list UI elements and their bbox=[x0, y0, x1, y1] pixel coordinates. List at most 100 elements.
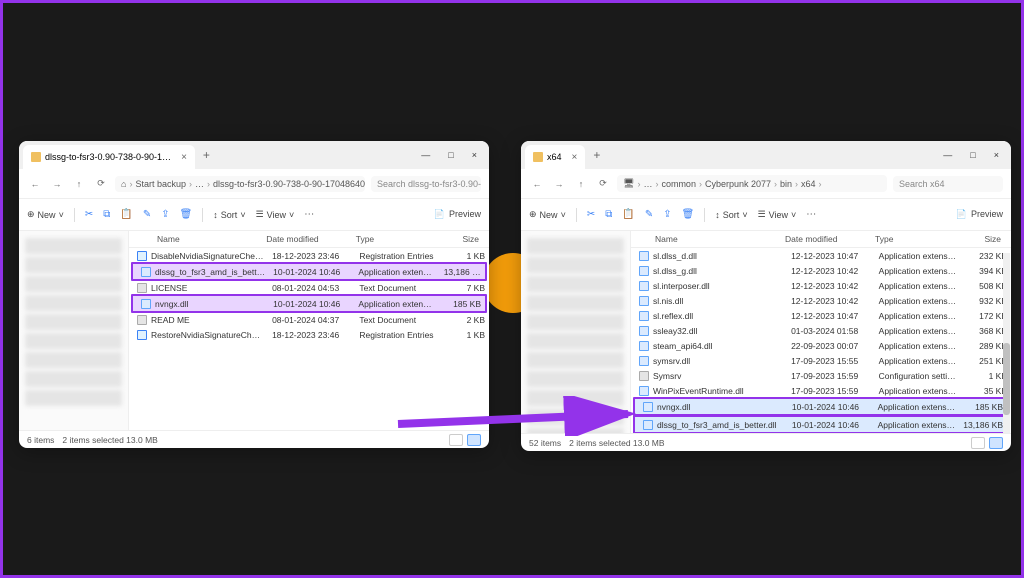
col-size[interactable]: Size bbox=[961, 234, 1011, 244]
file-row[interactable]: nvngx.dll 10-01-2024 10:46 Application e… bbox=[131, 294, 487, 313]
column-headers[interactable]: Name Date modified Type Size bbox=[129, 231, 489, 248]
cut-icon[interactable]: ✂ bbox=[587, 209, 595, 220]
tab-close-icon[interactable]: × bbox=[572, 152, 578, 163]
share-icon[interactable]: ⇪ bbox=[663, 209, 671, 220]
file-row[interactable]: steam_api64.dll 22-09-2023 00:07 Applica… bbox=[631, 338, 1011, 353]
scrollbar[interactable] bbox=[1003, 253, 1010, 433]
back-button[interactable]: ← bbox=[27, 179, 43, 189]
file-row[interactable]: sl.dlss_d.dll 12-12-2023 10:47 Applicati… bbox=[631, 248, 1011, 263]
rename-icon[interactable]: ✎ bbox=[143, 209, 151, 220]
file-row[interactable]: nvngx.dll 10-01-2024 10:46 Application e… bbox=[633, 397, 1009, 416]
preview-button[interactable]: 📄 Preview bbox=[956, 209, 1003, 220]
refresh-button[interactable]: ⟳ bbox=[93, 178, 109, 189]
file-row[interactable]: dlssg_to_fsr3_amd_is_better.dll 10-01-20… bbox=[131, 262, 487, 281]
file-row[interactable]: sl.interposer.dll 12-12-2023 10:42 Appli… bbox=[631, 278, 1011, 293]
file-row[interactable]: sl.dlss_g.dll 12-12-2023 10:42 Applicati… bbox=[631, 263, 1011, 278]
up-button[interactable]: ↑ bbox=[71, 179, 87, 189]
close-button[interactable]: × bbox=[472, 150, 477, 160]
file-size: 1 KB bbox=[443, 330, 489, 340]
new-tab-button[interactable]: + bbox=[593, 148, 600, 162]
cut-icon[interactable]: ✂ bbox=[85, 209, 93, 220]
rename-icon[interactable]: ✎ bbox=[645, 209, 653, 220]
col-date[interactable]: Date modified bbox=[262, 234, 352, 244]
refresh-button[interactable]: ⟳ bbox=[595, 178, 611, 189]
tab-close-icon[interactable]: × bbox=[181, 152, 187, 163]
file-row[interactable]: symsrv.dll 17-09-2023 15:55 Application … bbox=[631, 353, 1011, 368]
file-type: Configuration setti… bbox=[875, 371, 963, 381]
file-list[interactable]: Name Date modified Type Size DisableNvid… bbox=[129, 231, 489, 430]
back-button[interactable]: ← bbox=[529, 179, 545, 189]
new-button[interactable]: ⊕ New ˅ bbox=[27, 209, 64, 220]
more-icon[interactable]: ⋯ bbox=[806, 209, 816, 220]
col-date[interactable]: Date modified bbox=[781, 234, 871, 244]
search-input[interactable]: Search dlssg-to-fsr3-0.90-73… bbox=[371, 176, 481, 192]
file-row[interactable]: sl.reflex.dll 12-12-2023 10:47 Applicati… bbox=[631, 308, 1011, 323]
sort-button[interactable]: ↕ Sort ˅ bbox=[213, 210, 245, 220]
titlebar[interactable]: x64 × + — □ × bbox=[521, 141, 1011, 169]
pc-icon[interactable]: 🖥 bbox=[623, 178, 634, 189]
new-button[interactable]: ⊕ New ˅ bbox=[529, 209, 566, 220]
copy-icon[interactable]: ⧉ bbox=[605, 209, 612, 220]
file-size: 13,186 KB bbox=[959, 420, 1007, 430]
file-row[interactable]: WinPixEventRuntime.dll 17-09-2023 15:59 … bbox=[631, 383, 1011, 398]
minimize-button[interactable]: — bbox=[421, 150, 430, 160]
view-list-icon[interactable] bbox=[971, 437, 985, 449]
column-headers[interactable]: Name Date modified Type Size bbox=[631, 231, 1011, 248]
file-date: 12-12-2023 10:42 bbox=[787, 266, 875, 276]
home-icon[interactable]: ⌂ bbox=[121, 179, 126, 189]
file-icon bbox=[137, 315, 147, 325]
explorer-window-left: dlssg-to-fsr3-0.90-738-0-90-1… × + — □ ×… bbox=[19, 141, 489, 448]
new-tab-button[interactable]: + bbox=[203, 148, 210, 162]
search-input[interactable]: Search x64 bbox=[893, 176, 1003, 192]
view-list-icon[interactable] bbox=[449, 434, 463, 446]
forward-button[interactable]: → bbox=[551, 179, 567, 189]
tab-title: dlssg-to-fsr3-0.90-738-0-90-1… bbox=[45, 152, 171, 162]
delete-icon[interactable]: 🗑 bbox=[180, 209, 193, 220]
col-type[interactable]: Type bbox=[871, 234, 961, 244]
breadcrumb[interactable]: 🖥› …› common› Cyberpunk 2077› bin› x64› bbox=[617, 175, 887, 192]
paste-icon[interactable]: 📋 bbox=[120, 209, 132, 220]
preview-button[interactable]: 📄 Preview bbox=[434, 209, 481, 220]
status-bar: 6 items 2 items selected 13.0 MB bbox=[19, 430, 489, 448]
titlebar[interactable]: dlssg-to-fsr3-0.90-738-0-90-1… × + — □ × bbox=[19, 141, 489, 169]
file-row[interactable]: READ ME 08-01-2024 04:37 Text Document 2… bbox=[129, 312, 489, 327]
view-button[interactable]: ☰ View ˅ bbox=[256, 209, 295, 220]
content-area: Name Date modified Type Size DisableNvid… bbox=[19, 231, 489, 430]
view-button[interactable]: ☰ View ˅ bbox=[758, 209, 797, 220]
col-name[interactable]: Name bbox=[631, 234, 781, 244]
file-icon bbox=[643, 402, 653, 412]
col-size[interactable]: Size bbox=[441, 234, 489, 244]
file-name: steam_api64.dll bbox=[653, 341, 787, 351]
close-button[interactable]: × bbox=[994, 150, 999, 160]
sort-button[interactable]: ↕ Sort ˅ bbox=[715, 210, 747, 220]
col-type[interactable]: Type bbox=[352, 234, 442, 244]
tab-active[interactable]: x64 × bbox=[525, 145, 585, 169]
maximize-button[interactable]: □ bbox=[970, 150, 975, 160]
sidebar[interactable] bbox=[19, 231, 129, 430]
view-details-icon[interactable] bbox=[989, 437, 1003, 449]
more-icon[interactable]: ⋯ bbox=[304, 209, 314, 220]
maximize-button[interactable]: □ bbox=[448, 150, 453, 160]
paste-icon[interactable]: 📋 bbox=[622, 209, 634, 220]
file-row[interactable]: LICENSE 08-01-2024 04:53 Text Document 7… bbox=[129, 280, 489, 295]
view-details-icon[interactable] bbox=[467, 434, 481, 446]
tab-active[interactable]: dlssg-to-fsr3-0.90-738-0-90-1… × bbox=[23, 145, 195, 169]
file-row[interactable]: RestoreNvidiaSignatureChecks 18-12-2023 … bbox=[129, 327, 489, 342]
copy-icon[interactable]: ⧉ bbox=[103, 209, 110, 220]
file-list[interactable]: Name Date modified Type Size sl.dlss_d.d… bbox=[631, 231, 1011, 433]
breadcrumb[interactable]: ⌂› Start backup› …› dlssg-to-fsr3-0.90-7… bbox=[115, 176, 365, 192]
minimize-button[interactable]: — bbox=[943, 150, 952, 160]
file-row[interactable]: ssleay32.dll 01-03-2024 01:58 Applicatio… bbox=[631, 323, 1011, 338]
file-row[interactable]: Symsrv 17-09-2023 15:59 Configuration se… bbox=[631, 368, 1011, 383]
file-size: 13,186 KB bbox=[440, 267, 485, 277]
file-row[interactable]: sl.nis.dll 12-12-2023 10:42 Application … bbox=[631, 293, 1011, 308]
sidebar[interactable] bbox=[521, 231, 631, 433]
forward-button[interactable]: → bbox=[49, 179, 65, 189]
delete-icon[interactable]: 🗑 bbox=[682, 209, 695, 220]
share-icon[interactable]: ⇪ bbox=[161, 209, 169, 220]
file-date: 12-12-2023 10:47 bbox=[787, 251, 875, 261]
file-row[interactable]: DisableNvidiaSignatureChecks 18-12-2023 … bbox=[129, 248, 489, 263]
up-button[interactable]: ↑ bbox=[573, 179, 589, 189]
file-row[interactable]: dlssg_to_fsr3_amd_is_better.dll 10-01-20… bbox=[633, 415, 1009, 433]
col-name[interactable]: Name bbox=[129, 234, 262, 244]
